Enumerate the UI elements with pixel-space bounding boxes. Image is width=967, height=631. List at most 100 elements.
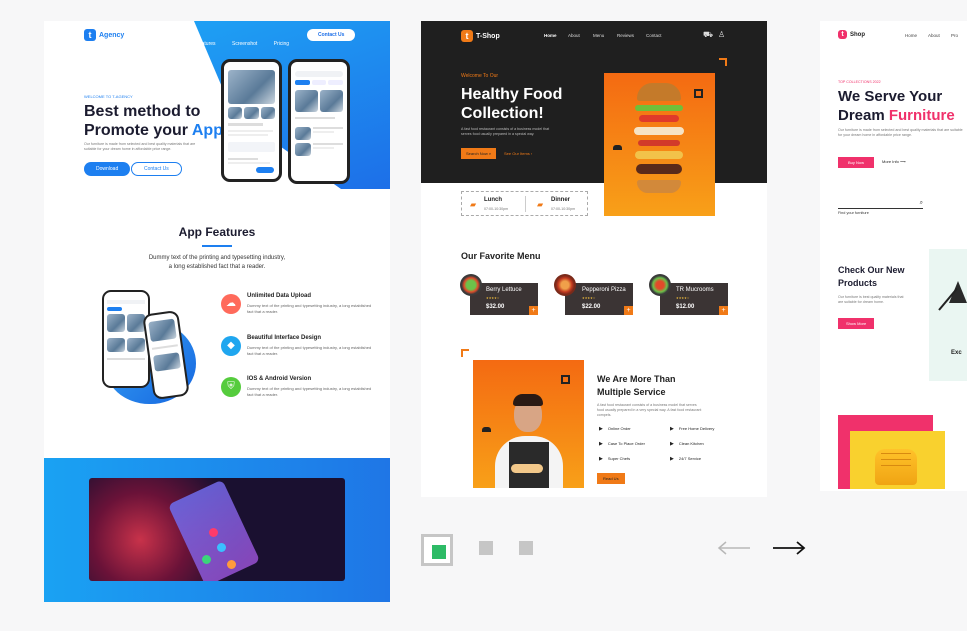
hero-description: A fast food restaurant consists of a bus…	[461, 127, 550, 136]
nav-about[interactable]: About	[928, 33, 940, 38]
more-info-link[interactable]: More Info ⟶	[882, 159, 906, 164]
headline-highlight: Furniture	[888, 107, 955, 124]
hero-headline: We Serve Your Dream Furniture	[838, 87, 955, 125]
carousel-dot-active[interactable]	[421, 534, 453, 566]
service-item: Online Order	[599, 426, 631, 432]
hours-label: Lunch	[484, 197, 502, 203]
add-to-cart-button[interactable]: +	[719, 306, 728, 315]
hero-contact-button[interactable]: Contact Us	[131, 162, 182, 176]
rating-stars: ★★★★☆	[676, 296, 690, 300]
subtitle-line-1: Dummy text of the printing and typesetti…	[148, 255, 286, 261]
menu-item-name: Berry Lettuce	[486, 287, 522, 293]
title-underline	[202, 245, 232, 247]
rating-stars: ★★★★☆	[582, 296, 596, 300]
user-icon[interactable]: ♙	[718, 30, 725, 39]
add-to-cart-button[interactable]: +	[529, 306, 538, 315]
furniture-search-field[interactable]: Find your furniture ⌕	[838, 200, 923, 215]
agency-hero: t Agency Home Features Screenshot Pricin…	[44, 21, 390, 206]
logo-icon: t	[838, 30, 847, 39]
menu-item-price: $12.00	[676, 304, 695, 310]
cloud-upload-icon: ☁	[221, 294, 241, 314]
headline-line-2: Promote your App	[84, 121, 223, 140]
nav-products[interactable]: Pro	[951, 33, 958, 38]
nav-about[interactable]: About	[568, 33, 580, 38]
phone-mockup-2	[288, 59, 350, 184]
cart-icon[interactable]: ⛟	[703, 30, 713, 40]
headline-highlight: App	[191, 122, 223, 139]
products-title-line-2: Products	[838, 278, 878, 288]
menu-item-name: Pepperoni Pizza	[582, 287, 626, 293]
feature-title: Unlimited Data Upload	[247, 293, 312, 299]
more-info-label: More Info	[882, 159, 899, 164]
menu-item-price: $32.00	[486, 304, 505, 310]
see-our-items-link[interactable]: See Our Items ›	[504, 151, 532, 156]
agency-logo[interactable]: t Agency	[84, 29, 124, 41]
nav-menu[interactable]: Menu	[593, 33, 604, 38]
search-placeholder: Find your furniture	[838, 211, 869, 215]
dinner-icon: ▰	[537, 200, 544, 209]
products-title: Check Our New Products	[838, 264, 905, 290]
menu-title: Our Favorite Menu	[461, 251, 541, 261]
furniture-preview-card[interactable]: t Shop Home About Pro TOP COLLECTIONS 20…	[820, 21, 967, 491]
nav-features[interactable]: Features	[196, 41, 216, 47]
furniture-logo[interactable]: t Shop	[838, 30, 865, 39]
nav-home[interactable]: Home	[166, 41, 179, 47]
tshop-preview-card[interactable]: t T-Shop Home About Menu Reviews Contact…	[421, 21, 767, 497]
arrow-right-icon[interactable]	[772, 540, 806, 556]
nav-reviews[interactable]: Reviews	[617, 33, 634, 38]
feature-desc: Dummy text of the printing and typesetti…	[247, 303, 372, 314]
agency-brand: Agency	[99, 31, 125, 39]
about-title: We Are More Than Multiple Service	[597, 373, 676, 399]
burger-card	[604, 73, 715, 216]
logo-icon: t	[461, 30, 473, 42]
headline-line-1: Healthy Food	[461, 86, 563, 103]
dish-icon	[613, 145, 622, 150]
download-button[interactable]: Download	[84, 162, 131, 176]
corner-decoration	[719, 58, 727, 66]
chef-card	[473, 360, 584, 488]
headline-line-2: Collection!	[461, 105, 544, 122]
product-card-text: Exc	[951, 350, 962, 356]
search-label: Search Now	[466, 151, 488, 156]
agency-preview-card[interactable]: t Agency Home Features Screenshot Pricin…	[44, 21, 390, 602]
rating-stars: ★★★★☆	[486, 296, 500, 300]
agency-nav: Home Features Screenshot Pricing	[166, 32, 301, 50]
furniture-brand: Shop	[850, 31, 865, 38]
arrow-right-icon: ›	[530, 151, 533, 156]
shield-icon: ⛨	[221, 377, 241, 397]
subtitle-line-2: a long established fact that a reader.	[168, 264, 266, 270]
house-image	[228, 70, 275, 104]
square-icon	[561, 375, 570, 384]
nav-pricing[interactable]: Pricing	[274, 41, 289, 47]
nav-home[interactable]: Home	[544, 33, 557, 38]
headline-line-2: Dream Furniture	[838, 106, 955, 125]
menu-dish-image	[649, 274, 671, 296]
tshop-logo[interactable]: t T-Shop	[461, 30, 500, 42]
buy-now-button[interactable]: Buy Now	[838, 157, 875, 168]
show-more-button[interactable]: Show More	[838, 318, 875, 329]
carousel-dot[interactable]	[479, 541, 493, 555]
service-item: Super Chefs	[599, 456, 630, 462]
carousel-dot[interactable]	[519, 541, 533, 555]
add-to-cart-button[interactable]: +	[624, 306, 633, 315]
hero-description: Our furniture is made from selected and …	[838, 128, 963, 137]
square-icon	[694, 89, 703, 98]
armchair-image	[875, 449, 917, 485]
headline-line-1: We Serve Your	[838, 88, 943, 105]
arrow-left-icon[interactable]	[717, 540, 751, 556]
read-us-button[interactable]: Read Us	[597, 473, 625, 484]
hours-box: ▰ Lunch 07:00-10:30pm ▰ Dinner 07:00-10:…	[461, 191, 588, 216]
product-card[interactable]: Exc	[929, 249, 967, 381]
nav-home[interactable]: Home	[905, 33, 917, 38]
search-now-button[interactable]: Search Now ⌕	[461, 148, 497, 159]
about-description: A fast food restaurant consists of a bus…	[597, 403, 702, 417]
contact-us-button[interactable]: Contact Us	[307, 29, 356, 41]
hero-eyebrow: Welcome To Our	[461, 73, 499, 79]
feature-title: Beautiful Interface Design	[247, 335, 322, 341]
menu-dish-image	[460, 274, 482, 296]
nav-contact[interactable]: Contact	[646, 33, 662, 38]
nav-screenshot[interactable]: Screenshot	[232, 41, 257, 47]
logo-icon: t	[84, 29, 96, 41]
features-subtitle: Dummy text of the printing and typesetti…	[44, 254, 390, 272]
about-title-line-2: Multiple Service	[597, 387, 666, 397]
